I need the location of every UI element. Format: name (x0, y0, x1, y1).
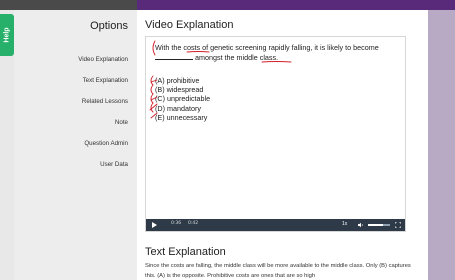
annotation-underline-costs (186, 51, 210, 53)
text-explanation-heading: Text Explanation (145, 246, 226, 258)
annotation-strike-a (150, 79, 158, 83)
fullscreen-icon[interactable] (395, 222, 401, 228)
sidebar-item-text-explanation[interactable]: Text Explanation (78, 77, 128, 98)
video-player[interactable]: With the costs of genetic screening rapi… (145, 36, 406, 232)
text-explanation-body: Since the costs are falling, the middle … (145, 263, 411, 279)
handwritten-annotations (149, 40, 292, 119)
annotation-bracket-b (150, 84, 154, 95)
volume-slider[interactable] (368, 224, 390, 226)
volume-icon[interactable] (358, 222, 364, 228)
help-tab[interactable]: Help (0, 14, 14, 56)
play-icon[interactable] (152, 222, 157, 228)
sidebar-title: Options (90, 20, 128, 32)
volume-slider-fill (368, 224, 384, 226)
annotation-underline-middle-class (261, 61, 292, 63)
top-bar (0, 0, 455, 10)
options-sidebar: Options Video Explanation Text Explanati… (14, 10, 137, 280)
top-bar-left-segment (0, 0, 137, 10)
annotation-strike-e (150, 112, 158, 119)
annotation-bracket-a (150, 75, 154, 86)
annotation-question-bracket (152, 40, 156, 56)
sidebar-menu: Video Explanation Text Explanation Relat… (78, 56, 128, 182)
annotation-strike-c (150, 96, 158, 101)
playback-speed-button[interactable]: 1x (342, 221, 347, 227)
duration: 0:42 (188, 221, 199, 226)
sidebar-item-related-lessons[interactable]: Related Lessons (78, 98, 128, 119)
player-controls: 0:36 0:42 1x (146, 219, 405, 231)
current-time: 0:36 (171, 221, 182, 226)
video-explanation-heading: Video Explanation (145, 19, 234, 31)
sidebar-item-user-data[interactable]: User Data (78, 161, 128, 182)
sidebar-item-note[interactable]: Note (78, 119, 128, 140)
sidebar-item-video-explanation[interactable]: Video Explanation (78, 56, 128, 77)
sidebar-item-question-admin[interactable]: Question Admin (78, 140, 128, 161)
annotation-bracket-c (150, 93, 154, 104)
help-tab-label: Help (3, 27, 11, 43)
main-content: Video Explanation With the costs of gene… (137, 10, 428, 280)
